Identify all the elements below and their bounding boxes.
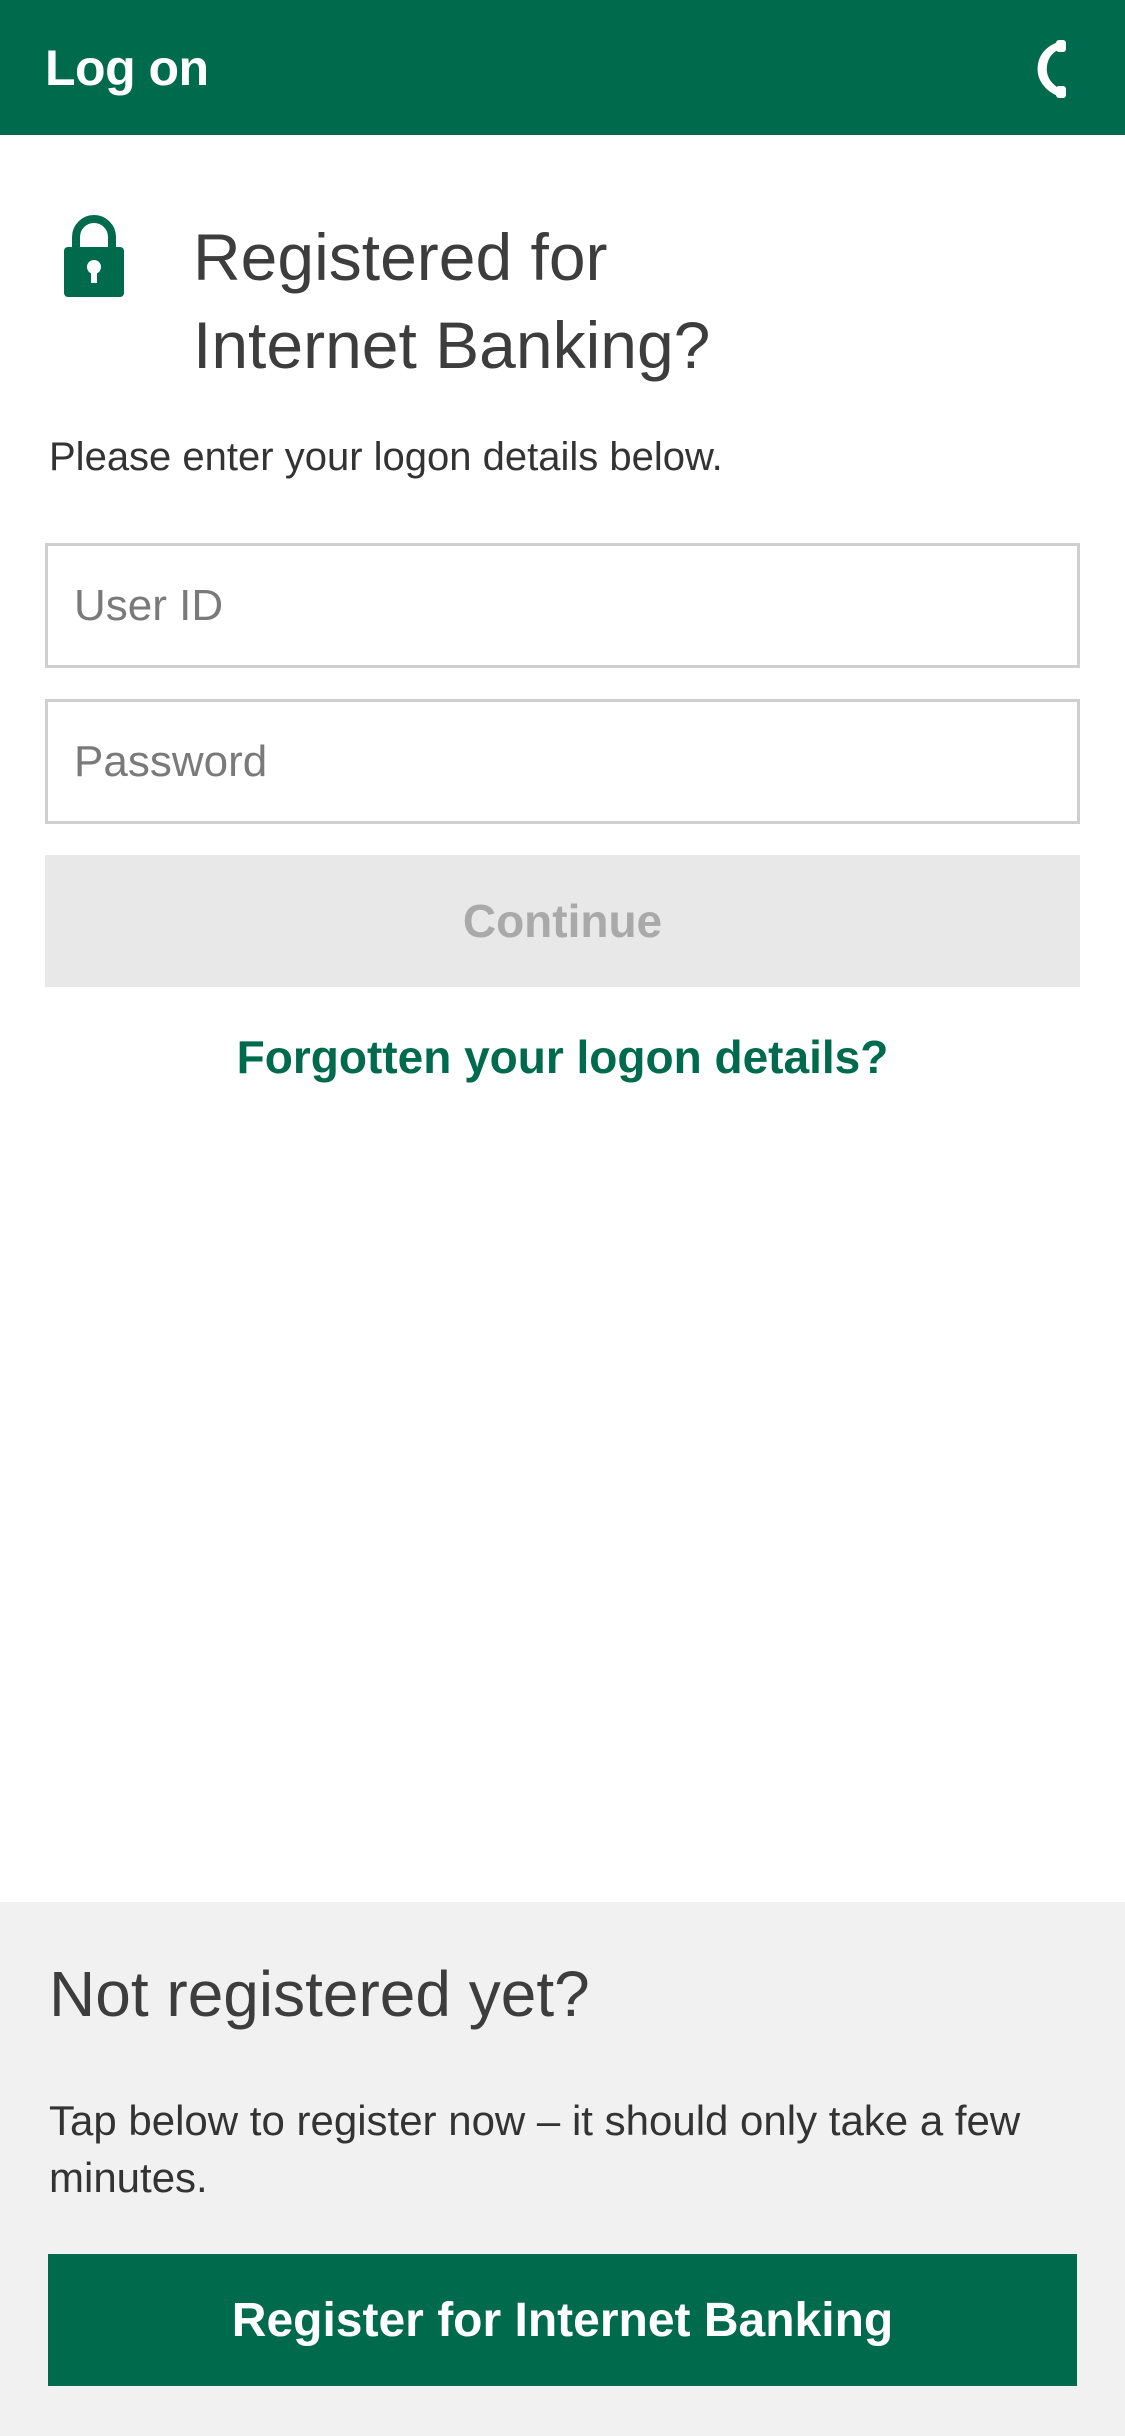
lock-icon xyxy=(64,215,124,297)
registered-heading-line1: Registered for xyxy=(193,220,608,294)
call-button[interactable] xyxy=(1010,28,1090,108)
password-field[interactable] xyxy=(45,699,1080,824)
continue-button[interactable]: Continue xyxy=(45,855,1080,987)
not-registered-heading: Not registered yet? xyxy=(49,1958,590,2030)
forgotten-logon-link[interactable]: Forgotten your logon details? xyxy=(0,1030,1125,1084)
phone-icon xyxy=(1037,40,1066,98)
not-registered-text: Tap below to register now – it should on… xyxy=(49,2097,1021,2201)
not-registered-section: Not registered yet? Tap below to registe… xyxy=(0,1902,1125,2436)
registered-heading-line2: Internet Banking? xyxy=(193,308,711,382)
logon-screen: Log on Registered for Internet Banking? … xyxy=(0,0,1125,2436)
registered-heading: Registered for Internet Banking? xyxy=(193,213,1073,389)
header-title: Log on xyxy=(45,39,209,96)
user-id-field[interactable] xyxy=(45,543,1080,668)
logon-instructions: Please enter your logon details below. xyxy=(49,435,723,479)
register-button[interactable]: Register for Internet Banking xyxy=(48,2254,1077,2386)
app-header: Log on xyxy=(0,0,1125,135)
